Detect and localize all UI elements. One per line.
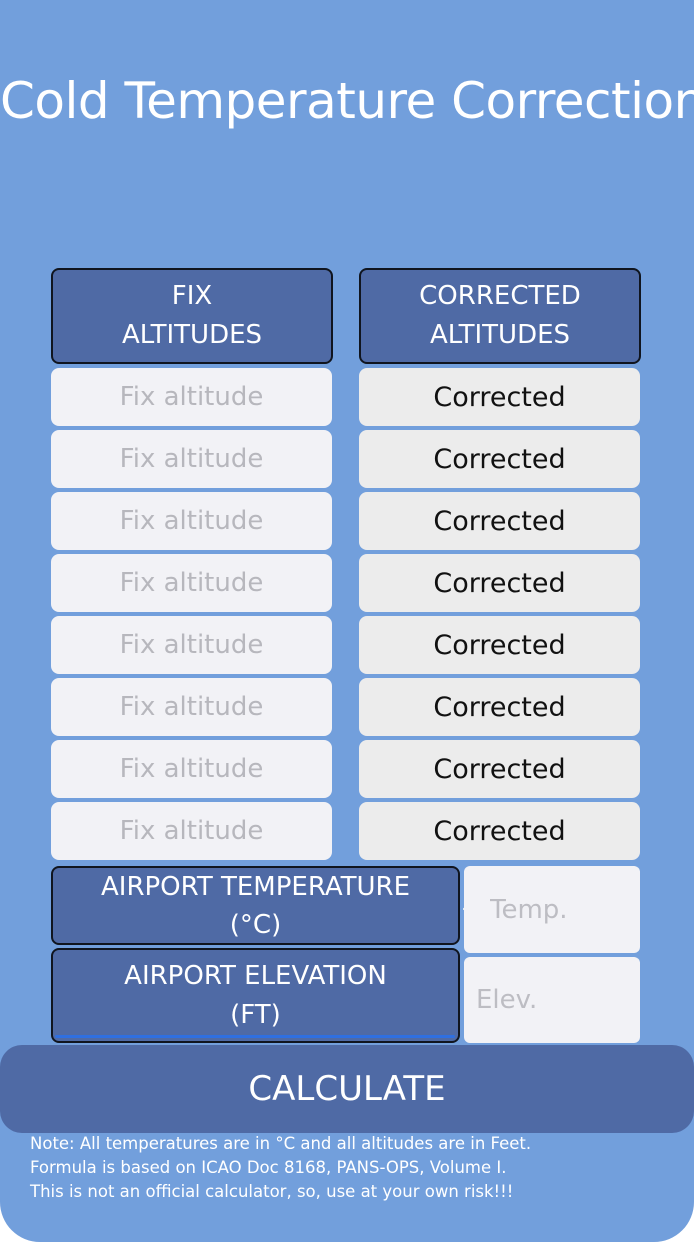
corrected-altitude-8: Corrected: [359, 802, 640, 860]
corrected-altitude-1: Corrected: [359, 368, 640, 426]
airport-temperature-input[interactable]: [464, 866, 640, 953]
corrected-altitude-6: Corrected: [359, 678, 640, 736]
note-line-2: Formula is based on ICAO Doc 8168, PANS-…: [30, 1158, 507, 1177]
corrected-altitude-2: Corrected: [359, 430, 640, 488]
note-line-1: Note: All temperatures are in °C and all…: [30, 1134, 532, 1153]
fix-altitude-input-4[interactable]: [51, 554, 332, 612]
fix-altitudes-header: FIX ALTITUDES: [51, 268, 333, 364]
fix-altitude-input-2[interactable]: [51, 430, 332, 488]
corrected-altitudes-header: CORRECTED ALTITUDES: [359, 268, 641, 364]
fix-altitude-input-5[interactable]: [51, 616, 332, 674]
airport-elevation-label: AIRPORT ELEVATION (FT): [51, 948, 460, 1043]
corrected-altitude-3: Corrected: [359, 492, 640, 550]
calculate-button[interactable]: CALCULATE: [0, 1045, 694, 1133]
fix-altitude-input-1[interactable]: [51, 368, 332, 426]
disclaimer-note: Note: All temperatures are in °C and all…: [30, 1132, 680, 1204]
app-screen: Cold Temperature Correction FIX ALTITUDE…: [0, 0, 694, 1242]
elevation-focus-underline: [55, 1035, 455, 1038]
fix-altitude-input-3[interactable]: [51, 492, 332, 550]
fix-altitude-input-8[interactable]: [51, 802, 332, 860]
note-line-3: This is not an official calculator, so, …: [30, 1182, 514, 1201]
corrected-altitude-5: Corrected: [359, 616, 640, 674]
fix-altitude-input-7[interactable]: [51, 740, 332, 798]
fix-altitude-input-6[interactable]: [51, 678, 332, 736]
airport-temperature-label: AIRPORT TEMPERATURE (°C): [51, 866, 460, 945]
airport-elevation-input[interactable]: [464, 957, 640, 1043]
page-title: Cold Temperature Correction: [0, 72, 694, 130]
corrected-altitude-4: Corrected: [359, 554, 640, 612]
corrected-altitude-7: Corrected: [359, 740, 640, 798]
